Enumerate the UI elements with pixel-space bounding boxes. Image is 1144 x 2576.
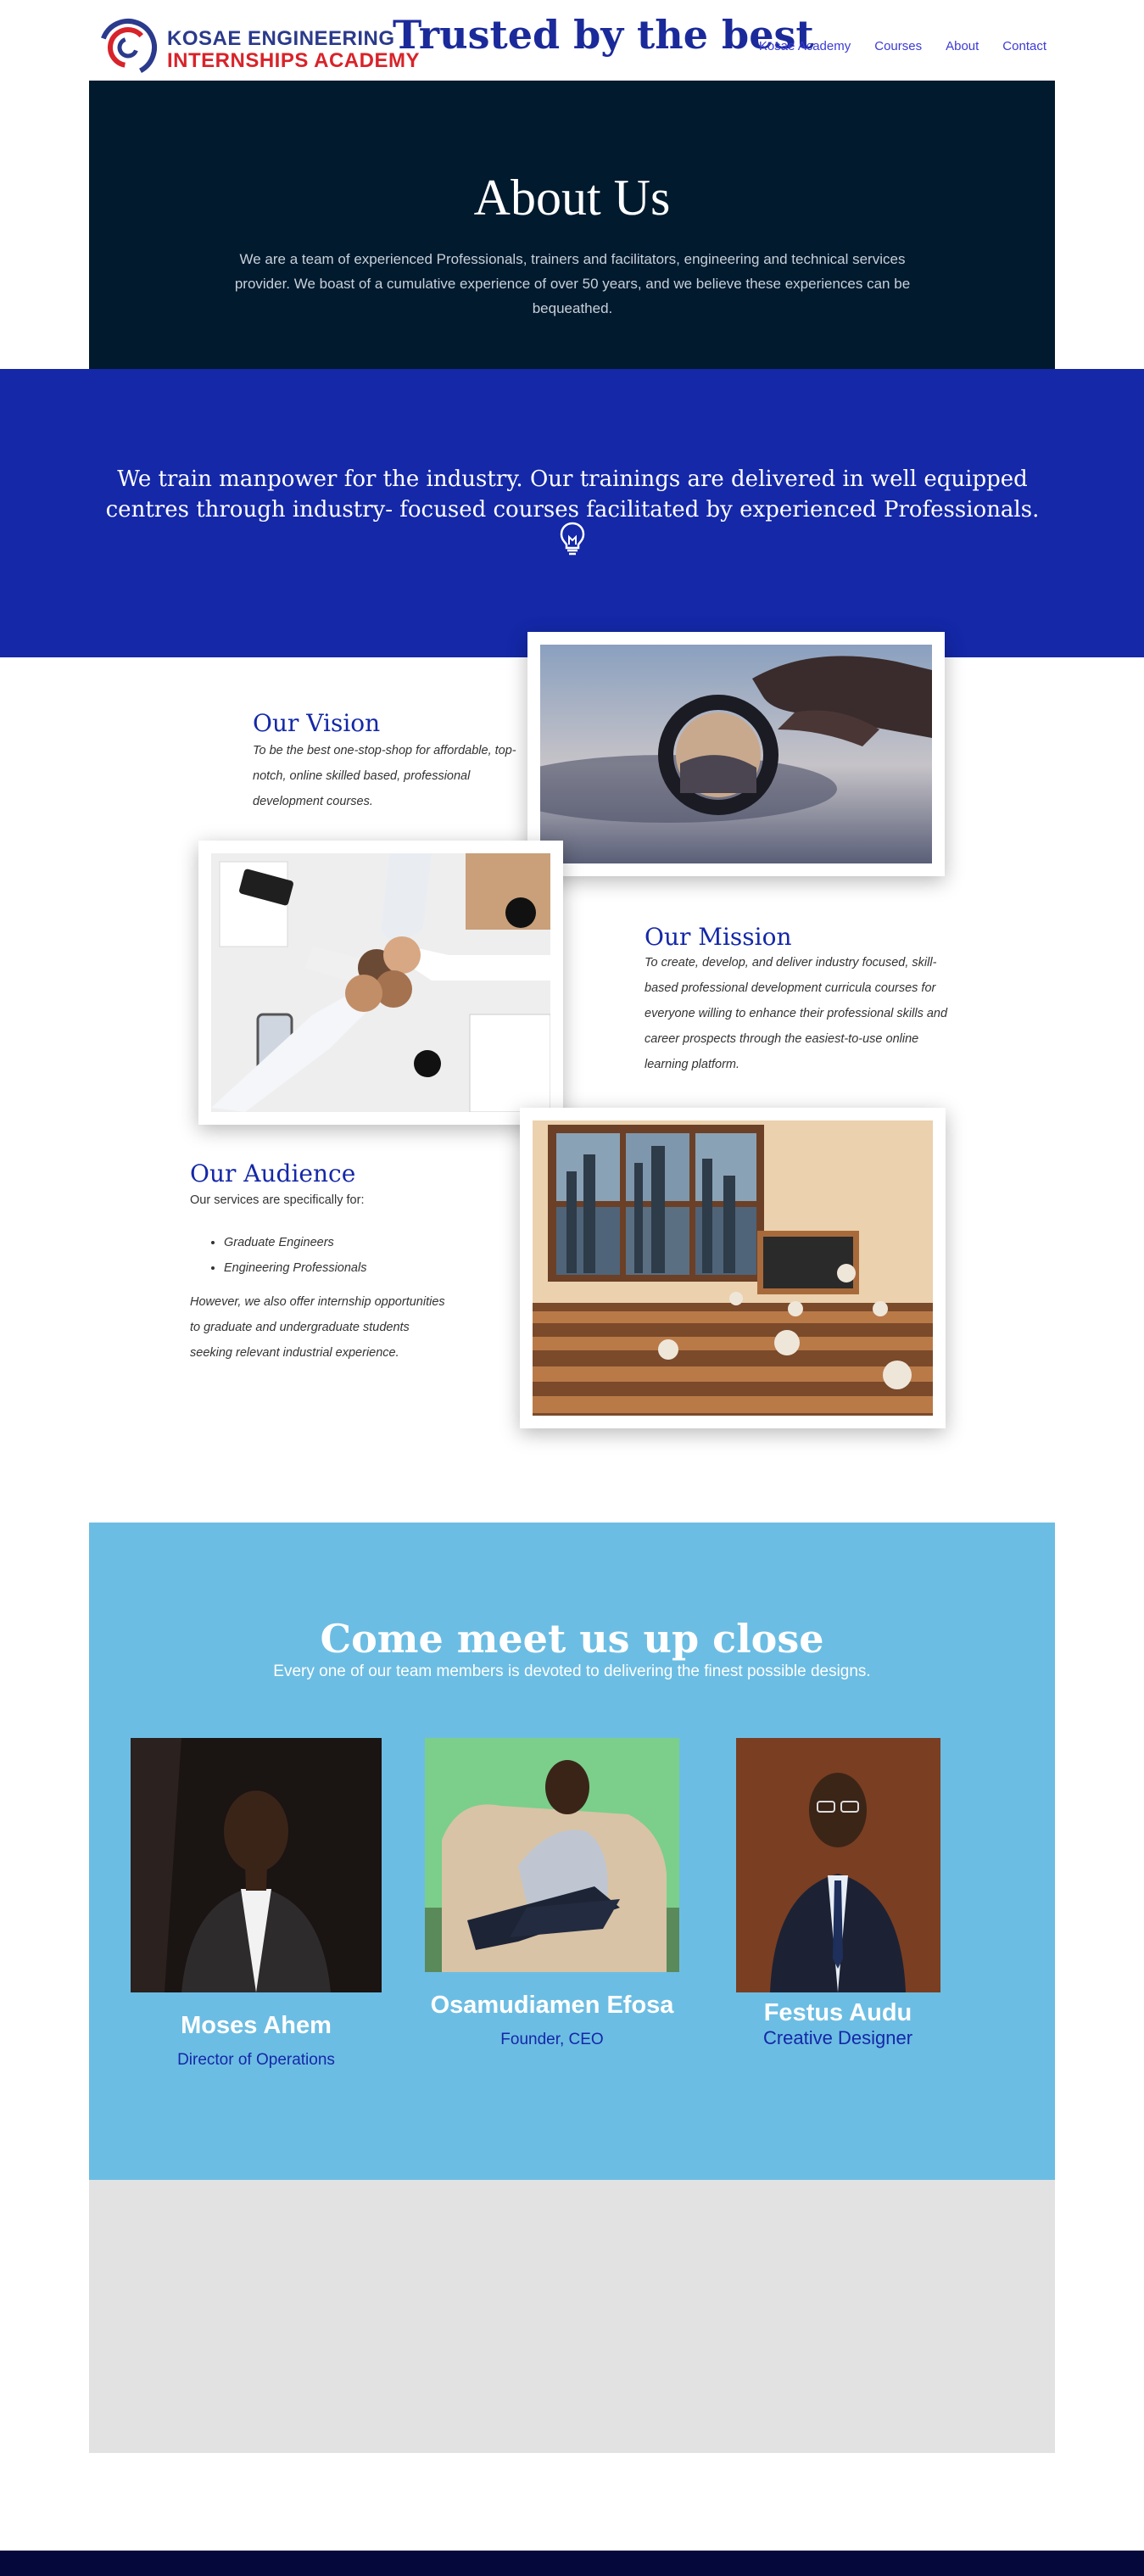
nav-link-courses[interactable]: Courses <box>874 39 922 53</box>
footer-bar <box>0 2551 1144 2576</box>
about-text: We are a team of experienced Professiona… <box>234 251 911 316</box>
member-photo-osamudiamen <box>425 1738 679 1972</box>
vision-title: Our Vision <box>253 709 381 737</box>
main-nav: Kosae Academy Courses About Contact <box>759 39 1046 53</box>
teamwork-photo <box>211 853 550 1112</box>
member-role: Founder, CEO <box>500 2031 604 2048</box>
about-title: About Us <box>473 170 671 226</box>
vision-text: To be the best one-stop-shop for afforda… <box>253 744 516 808</box>
team-subtitle: Every one of our team members is devoted… <box>273 1662 871 1680</box>
mission-image <box>198 841 563 1125</box>
lightbulb-icon <box>560 522 585 556</box>
logo-text-line1: KOSAE ENGINEERING <box>167 27 395 50</box>
audience-list: Graduate Engineers Engineering Professio… <box>207 1230 478 1281</box>
member-photo-moses <box>131 1738 382 1992</box>
team-title: Come meet us up close <box>320 1616 824 1662</box>
logo-mark-icon <box>99 18 157 76</box>
audience-intro: Our services are specifically for: <box>190 1193 365 1207</box>
mission-title: Our Mission <box>645 923 792 951</box>
mission-text: To create, develop, and deliver industry… <box>645 956 948 1071</box>
member-name: Moses Ahem <box>181 2012 332 2039</box>
lens-photo <box>540 645 932 863</box>
member-name: Festus Audu <box>763 1999 912 2026</box>
mission-statement-band: We train manpower for the industry. Our … <box>0 369 1144 657</box>
nav-link-kosae-academy[interactable]: Kosae Academy <box>759 39 851 53</box>
audience-title: Our Audience <box>190 1159 356 1187</box>
tagline: Trusted by the best <box>393 12 814 58</box>
logo-text-line2: INTERNSHIPS ACADEMY <box>167 49 420 72</box>
band-text: We train manpower for the industry. Our … <box>105 467 1040 522</box>
site-header: KOSAE ENGINEERING INTERNSHIPS ACADEMY Tr… <box>0 0 1144 81</box>
nav-link-contact[interactable]: Contact <box>1002 39 1046 53</box>
list-item: Graduate Engineers <box>224 1230 478 1255</box>
nav-link-about[interactable]: About <box>946 39 979 53</box>
audience-image <box>520 1108 946 1428</box>
team-section: Come meet us up close Every one of our t… <box>89 1523 1055 2180</box>
vision-image <box>527 632 945 876</box>
logo[interactable]: KOSAE ENGINEERING INTERNSHIPS ACADEMY <box>98 17 419 78</box>
grey-placeholder-section <box>89 2180 1055 2453</box>
audience-outro: However, we also offer internship opport… <box>190 1295 445 1360</box>
list-item: Engineering Professionals <box>224 1255 478 1281</box>
member-name: Osamudiamen Efosa <box>430 1992 674 2019</box>
member-role: Creative Designer <box>762 2027 913 2048</box>
member-photo-festus <box>736 1738 940 1992</box>
member-role: Director of Operations <box>177 2051 335 2069</box>
classroom-photo <box>533 1120 933 1416</box>
about-hero: About Us We are a team of experienced Pr… <box>89 81 1055 369</box>
